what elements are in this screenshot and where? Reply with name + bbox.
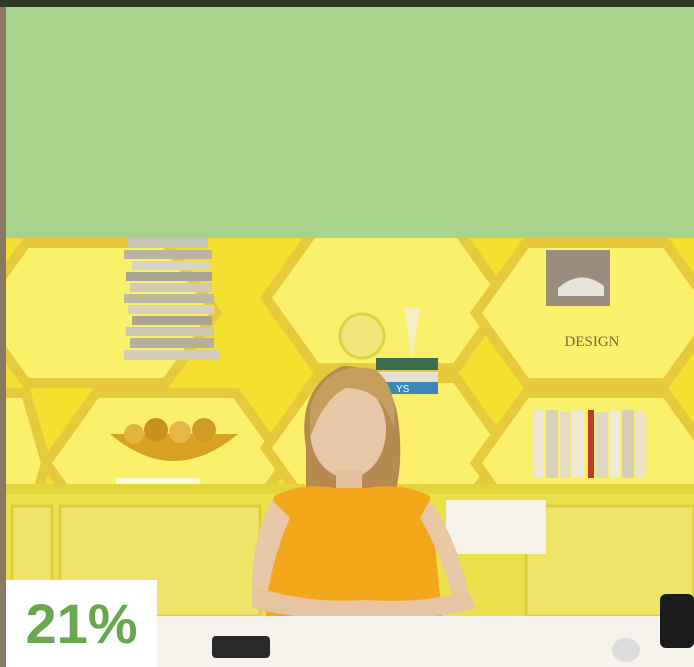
shelf-books <box>534 410 646 478</box>
stat-badge: 21% <box>6 580 157 667</box>
top-rule <box>0 0 694 7</box>
mug <box>660 594 694 648</box>
slide: DESIGN YS 21% <box>0 0 694 667</box>
phone <box>212 636 270 658</box>
stat-value: 21% <box>25 591 138 655</box>
chair <box>446 500 546 554</box>
green-header-panel <box>6 7 694 240</box>
svg-text:DESIGN: DESIGN <box>565 334 620 350</box>
decor-orb <box>338 312 386 360</box>
svg-text:YS: YS <box>396 384 410 395</box>
decor-ball <box>612 638 640 662</box>
book-stack <box>124 238 220 360</box>
